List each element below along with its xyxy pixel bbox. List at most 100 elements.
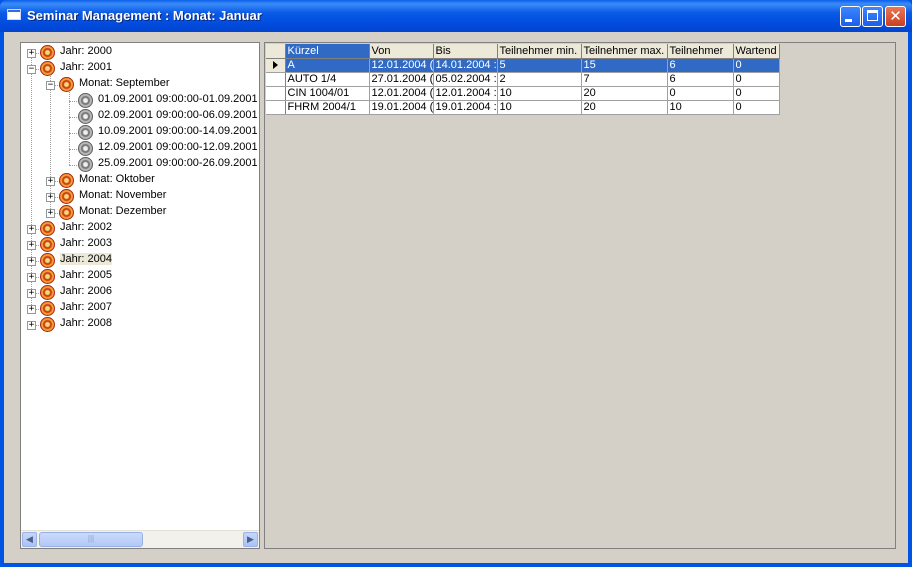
tree-item-label[interactable]: Jahr: 2003 [60, 237, 112, 249]
row-indicator[interactable] [266, 58, 286, 73]
table-cell[interactable]: 19.01.2004 : [433, 100, 498, 115]
scroll-left-icon[interactable]: ◀ [22, 532, 37, 547]
expand-icon[interactable]: + [27, 321, 36, 330]
tree-item-label[interactable]: Monat: Oktober [79, 173, 155, 185]
column-header[interactable]: Teilnehmer min. [497, 44, 582, 59]
collapse-icon[interactable]: − [27, 65, 36, 74]
table-row[interactable]: A 12.01.2004 (14.01.2004 :5 15 6 0 [266, 58, 780, 73]
table-cell[interactable]: 05.02.2004 : [433, 72, 498, 87]
expand-icon[interactable]: + [27, 289, 36, 298]
table-cell[interactable]: A [285, 58, 370, 73]
expand-icon[interactable]: + [46, 209, 55, 218]
table-cell[interactable]: 12.01.2004 ( [369, 86, 434, 101]
table-cell[interactable]: 0 [733, 58, 780, 73]
table-cell[interactable]: 10 [667, 100, 734, 115]
table-cell[interactable]: 0 [733, 100, 780, 115]
tree-item-label[interactable]: Monat: September [79, 77, 170, 89]
expand-icon[interactable]: + [27, 257, 36, 266]
tree-item-label[interactable]: Jahr: 2001 [60, 61, 112, 73]
table-cell[interactable]: 10 [497, 100, 582, 115]
folder-icon [59, 205, 74, 220]
folder-icon [59, 77, 74, 92]
folder-icon [40, 317, 55, 332]
collapse-icon[interactable]: − [46, 81, 55, 90]
column-header[interactable]: Bis [433, 44, 498, 59]
row-indicator[interactable] [266, 100, 286, 115]
table-row[interactable]: AUTO 1/4 27.01.2004 (05.02.2004 :2760 [266, 72, 780, 87]
table-cell[interactable]: 2 [497, 72, 582, 87]
table-cell[interactable]: FHRM 2004/1 [285, 100, 370, 115]
scroll-thumb[interactable]: ||| [39, 532, 143, 547]
table-cell[interactable]: AUTO 1/4 [285, 72, 370, 87]
tree-item-label[interactable]: Jahr: 2005 [60, 269, 112, 281]
tree-line [31, 53, 32, 309]
tree-item-label[interactable]: Jahr: 2006 [60, 285, 112, 297]
seminar-tree[interactable]: + Jahr: 2000− Jahr: 2001− Monat: September 0… [20, 42, 260, 549]
maximize-button[interactable] [862, 6, 883, 27]
table-row[interactable]: CIN 1004/01 12.01.2004 (12.01.2004 :10 20 0… [266, 86, 780, 101]
minimize-icon [845, 19, 852, 22]
seminar-grid[interactable]: Kürzel Von Bis Teilnehmer min. Teilnehmer ma… [264, 42, 896, 549]
table-cell[interactable]: 20 [581, 86, 668, 101]
table-cell[interactable]: 0 [667, 86, 734, 101]
column-header[interactable]: Von [369, 44, 434, 59]
column-header[interactable]: Teilnehmer [667, 44, 734, 59]
tree-item-label[interactable]: 25.09.2001 09:00:00-26.09.2001 [98, 157, 258, 169]
tree-item-label[interactable]: 02.09.2001 09:00:00-06.09.2001 [98, 109, 258, 121]
tree-item-label[interactable]: Jahr: 2004 [60, 253, 112, 265]
table-cell[interactable]: 6 [667, 72, 734, 87]
tree-item-label[interactable]: 12.09.2001 09:00:00-12.09.2001 [98, 141, 258, 153]
tree-item-label[interactable]: 10.09.2001 09:00:00-14.09.2001 [98, 125, 258, 137]
tree-item-label[interactable]: Jahr: 2000 [60, 45, 112, 57]
close-button[interactable]: ✕ [885, 6, 906, 27]
expand-icon[interactable]: + [27, 49, 36, 58]
table-cell[interactable]: 15 [581, 58, 668, 73]
tree-item-label[interactable]: Jahr: 2007 [60, 301, 112, 313]
table-cell[interactable]: 10 [497, 86, 582, 101]
session-icon [78, 141, 93, 156]
tree-horizontal-scrollbar[interactable]: ◀ ||| ▶ [21, 530, 259, 548]
tree-item-label[interactable]: 01.09.2001 09:00:00-01.09.2001 [98, 93, 258, 105]
table-cell[interactable]: 6 [667, 58, 734, 73]
tree-item-label[interactable]: Monat: Dezember [79, 205, 166, 217]
row-indicator[interactable] [266, 86, 286, 101]
folder-icon [59, 189, 74, 204]
table-cell[interactable]: CIN 1004/01 [285, 86, 370, 101]
table-cell[interactable]: 0 [733, 72, 780, 87]
minimize-button[interactable] [840, 6, 861, 27]
table-cell[interactable]: 19.01.2004 ( [369, 100, 434, 115]
table-cell[interactable]: 27.01.2004 ( [369, 72, 434, 87]
tree-item-label[interactable]: Jahr: 2008 [60, 317, 112, 329]
session-icon [78, 157, 93, 172]
table-cell[interactable]: 20 [581, 100, 668, 115]
session-icon [78, 109, 93, 124]
table-cell[interactable]: 5 [497, 58, 582, 73]
corner-cell[interactable] [266, 44, 286, 59]
expand-icon[interactable]: + [27, 241, 36, 250]
table-cell[interactable]: 14.01.2004 : [433, 58, 498, 73]
table-cell[interactable]: 12.01.2004 : [433, 86, 498, 101]
tree-item-label[interactable]: Jahr: 2002 [60, 221, 112, 233]
scroll-right-icon[interactable]: ▶ [243, 532, 258, 547]
window-title: Seminar Management : Monat: Januar [27, 8, 262, 23]
table-cell[interactable]: 0 [733, 86, 780, 101]
column-header[interactable]: Kürzel [285, 44, 370, 59]
folder-icon [40, 269, 55, 284]
row-indicator[interactable] [266, 72, 286, 87]
expand-icon[interactable]: + [46, 193, 55, 202]
table-cell[interactable]: 7 [581, 72, 668, 87]
expand-icon[interactable]: + [46, 177, 55, 186]
column-header[interactable]: Wartend [733, 44, 780, 59]
current-row-icon [273, 61, 278, 69]
table-row[interactable]: FHRM 2004/1 19.01.2004 (19.01.2004 :10 20 1… [266, 100, 780, 115]
folder-icon [40, 61, 55, 76]
column-header[interactable]: Teilnehmer max. [581, 44, 668, 59]
expand-icon[interactable]: + [27, 225, 36, 234]
app-window-icon[interactable] [7, 9, 21, 20]
expand-icon[interactable]: + [27, 273, 36, 282]
expand-icon[interactable]: + [27, 305, 36, 314]
tree-item-label[interactable]: Monat: November [79, 189, 166, 201]
table-cell[interactable]: 12.01.2004 ( [369, 58, 434, 73]
title-bar[interactable]: Seminar Management : Monat: Januar ✕ [0, 0, 912, 32]
folder-icon [40, 285, 55, 300]
